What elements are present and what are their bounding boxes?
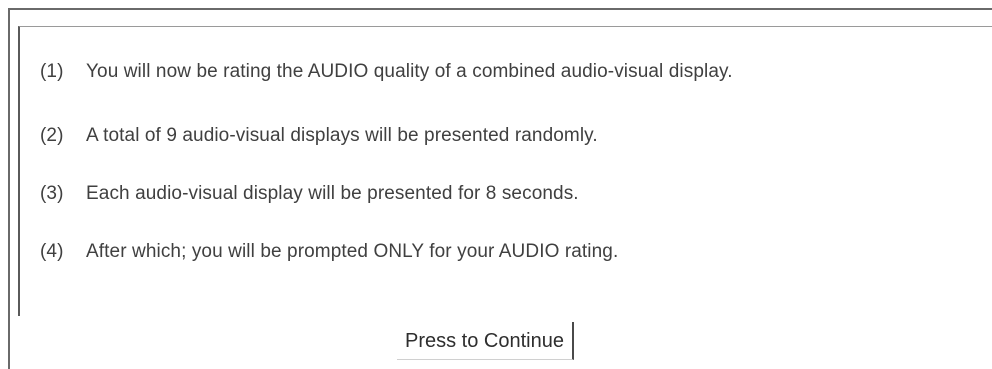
instruction-text: Each audio-visual display will be presen… — [86, 183, 579, 204]
instruction-number: (1) — [40, 61, 64, 82]
instruction-text: After which; you will be prompted ONLY f… — [86, 241, 619, 262]
instruction-text: A total of 9 audio-visual displays will … — [86, 125, 598, 146]
instructions-panel: (1) You will now be rating the AUDIO qual… — [18, 26, 992, 316]
instruction-number: (4) — [40, 241, 64, 262]
instruction-number: (3) — [40, 183, 64, 204]
instruction-text: You will now be rating the AUDIO quality… — [86, 61, 733, 82]
instruction-number: (2) — [40, 125, 64, 146]
instruction-item: (2) A total of 9 audio-visual displays wi… — [40, 125, 598, 147]
instruction-item: (4) After which; you will be prompted ONL… — [40, 241, 618, 263]
instruction-item: (3) Each audio-visual display will be pre… — [40, 183, 579, 205]
continue-button[interactable]: Press to Continue — [397, 322, 574, 360]
instruction-item: (1) You will now be rating the AUDIO qual… — [40, 61, 733, 83]
